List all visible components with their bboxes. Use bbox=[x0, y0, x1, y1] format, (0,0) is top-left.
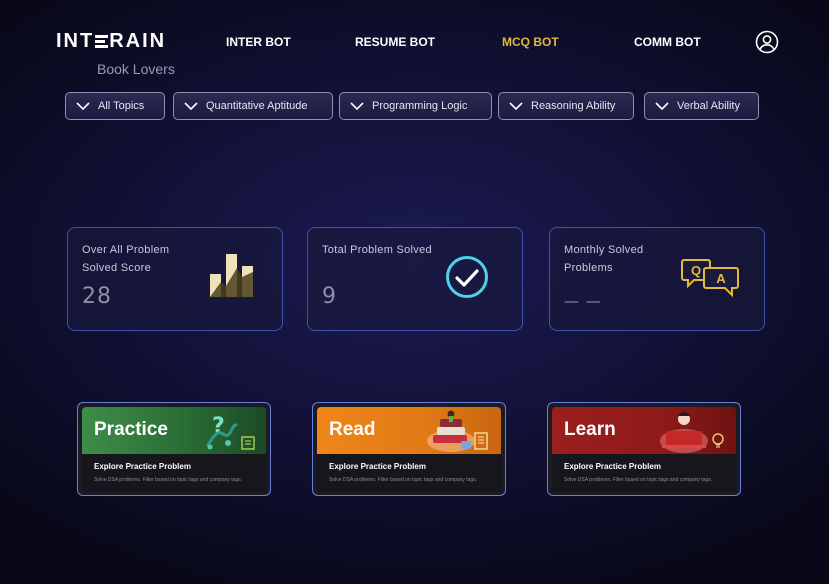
card-description: Solve DSA problems. Filter based on topi… bbox=[94, 477, 243, 483]
filter-label: Verbal Ability bbox=[677, 100, 740, 112]
card-subtitle: Explore Practice Problem bbox=[564, 462, 661, 471]
chevron-down-icon bbox=[350, 101, 364, 110]
logo-e-mark bbox=[95, 34, 109, 49]
stat-label: Over All Problem Solved Score bbox=[82, 244, 170, 274]
stat-monthly-solved: Monthly Solved Problems — — Q A bbox=[549, 227, 765, 331]
stat-overall-score: Over All Problem Solved Score 28 bbox=[67, 227, 283, 331]
filter-label: Programming Logic bbox=[372, 100, 468, 112]
card-title: Read bbox=[329, 419, 376, 440]
user-icon bbox=[755, 30, 779, 54]
nav-comm-bot[interactable]: COMM BOT bbox=[634, 35, 701, 49]
learner-laptop-art-icon bbox=[660, 412, 724, 453]
filter-verbal-ability[interactable]: Verbal Ability bbox=[644, 92, 759, 120]
tagline: Book Lovers bbox=[97, 61, 175, 77]
card-banner: Learn bbox=[552, 407, 736, 454]
logo-text-left: INT bbox=[56, 30, 95, 52]
user-account-button[interactable] bbox=[755, 30, 779, 54]
card-subtitle: Explore Practice Problem bbox=[94, 462, 191, 471]
card-description: Solve DSA problems. Filter based on topi… bbox=[564, 477, 713, 483]
nav-resume-bot[interactable]: RESUME BOT bbox=[355, 35, 435, 49]
card-description: Solve DSA problems. Filter based on topi… bbox=[329, 477, 478, 483]
stat-value: 9 bbox=[322, 284, 337, 309]
logo[interactable]: INT RAIN bbox=[56, 30, 166, 53]
card-body: Explore Practice Problem Solve DSA probl… bbox=[82, 454, 266, 492]
stat-value: — — bbox=[564, 292, 602, 310]
svg-text:Q: Q bbox=[691, 263, 701, 278]
logo-text-right: RAIN bbox=[109, 30, 167, 52]
chevron-down-icon bbox=[184, 101, 198, 110]
nav-mcq-bot[interactable]: MCQ BOT bbox=[502, 35, 559, 49]
card-banner: Practice ? bbox=[82, 407, 266, 454]
chevron-down-icon bbox=[76, 101, 90, 110]
filter-quantitative-aptitude[interactable]: Quantitative Aptitude bbox=[173, 92, 333, 120]
card-read[interactable]: Read Explore Practice Problem Solve DSA … bbox=[312, 402, 506, 496]
card-banner: Read bbox=[317, 407, 501, 454]
card-subtitle: Explore Practice Problem bbox=[329, 462, 426, 471]
card-title: Learn bbox=[564, 419, 616, 440]
filter-all-topics[interactable]: All Topics bbox=[65, 92, 165, 120]
filter-reasoning-ability[interactable]: Reasoning Ability bbox=[498, 92, 634, 120]
check-circle-icon bbox=[446, 256, 488, 298]
filter-label: Quantitative Aptitude bbox=[206, 100, 308, 112]
stat-total-solved: Total Problem Solved 9 bbox=[307, 227, 523, 331]
card-title: Practice bbox=[94, 419, 168, 440]
filter-label: Reasoning Ability bbox=[531, 100, 616, 112]
card-practice[interactable]: Practice ? Explore Practice Problem Solv… bbox=[77, 402, 271, 496]
card-learn[interactable]: Learn Explore Practice Problem Solve DSA… bbox=[547, 402, 741, 496]
brand: INT RAIN Book Lovers bbox=[56, 30, 175, 77]
filter-label: All Topics bbox=[98, 100, 145, 112]
qa-chat-icon: Q A bbox=[681, 259, 739, 298]
nav-inter-bot[interactable]: INTER BOT bbox=[226, 35, 291, 49]
stat-value: 28 bbox=[82, 284, 112, 309]
question-mark-art-icon: ? bbox=[206, 414, 255, 450]
card-body: Explore Practice Problem Solve DSA probl… bbox=[552, 454, 736, 492]
chevron-down-icon bbox=[509, 101, 523, 110]
bar-chart-icon bbox=[210, 254, 253, 297]
stat-label: Monthly Solved Problems bbox=[564, 244, 644, 274]
card-body: Explore Practice Problem Solve DSA probl… bbox=[317, 454, 501, 492]
stat-label: Total Problem Solved bbox=[322, 244, 432, 256]
chevron-down-icon bbox=[655, 101, 669, 110]
svg-text:A: A bbox=[716, 271, 726, 286]
books-art-icon bbox=[427, 410, 488, 452]
filter-programming-logic[interactable]: Programming Logic bbox=[339, 92, 492, 120]
